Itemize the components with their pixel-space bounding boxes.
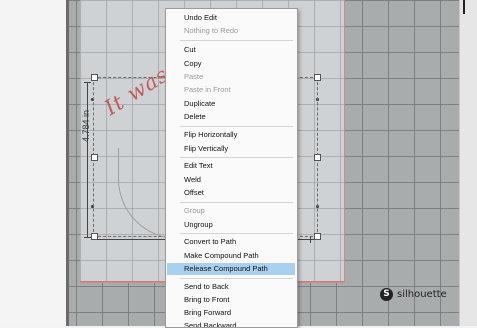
- menu-item-bring-forward[interactable]: Bring Forward: [166, 307, 297, 319]
- height-dimension-line: [87, 82, 88, 238]
- menu-item-cut[interactable]: Cut: [166, 44, 297, 56]
- menu-item-undo-edit[interactable]: Undo Edit: [166, 12, 297, 24]
- menu-separator: [180, 157, 293, 158]
- menu-item-release-compound-path[interactable]: Release Compound Path: [167, 263, 295, 275]
- menu-item-send-backward[interactable]: Send Backward: [166, 320, 297, 327]
- silhouette-logo-icon: S: [380, 288, 393, 301]
- menu-separator: [180, 126, 293, 127]
- menu-item-bring-to-front[interactable]: Bring to Front: [166, 294, 297, 306]
- menu-item-group: Group: [184, 206, 205, 215]
- menu-item-copy[interactable]: Copy: [166, 58, 297, 70]
- dimension-tick: [84, 237, 91, 238]
- menu-item-duplicate[interactable]: Duplicate: [166, 98, 297, 110]
- menu-item-offset[interactable]: Offset: [166, 187, 297, 199]
- menu-item-send-to-back[interactable]: Send to Back: [166, 281, 297, 293]
- menu-item-paste: Paste: [184, 72, 204, 81]
- menu-item-ungroup[interactable]: Ungroup: [166, 219, 297, 231]
- resize-handle-left[interactable]: [91, 154, 98, 161]
- menu-item-flip-horizontally[interactable]: Flip Horizontally: [166, 129, 297, 141]
- dimension-tick: [84, 82, 91, 83]
- silhouette-logo-text: silhouette: [397, 289, 447, 300]
- menu-item-make-compound-path[interactable]: Make Compound Path: [166, 250, 297, 262]
- menu-separator: [180, 233, 293, 234]
- menu-item-edit-text[interactable]: Edit Text: [166, 160, 297, 172]
- resize-handle-top-right[interactable]: [314, 74, 321, 81]
- menu-item-weld[interactable]: Weld: [166, 174, 297, 186]
- menu-item-nothing-to-redo: Nothing to Redo: [184, 26, 239, 35]
- menu-separator: [180, 40, 293, 41]
- menu-item-flip-vertically[interactable]: Flip Vertically: [166, 143, 297, 155]
- resize-handle-bottom-right[interactable]: [314, 233, 321, 240]
- dimension-tick: [310, 236, 311, 243]
- menu-item-paste-in-front: Paste in Front: [184, 85, 231, 94]
- menu-item-convert-to-path[interactable]: Convert to Path: [166, 236, 297, 248]
- resize-handle-top-left[interactable]: [91, 74, 98, 81]
- menu-separator: [180, 202, 293, 203]
- context-menu: Undo Edit Nothing to Redo Cut Copy Paste…: [165, 8, 298, 328]
- resize-handle-right[interactable]: [314, 154, 321, 161]
- right-panel: [459, 0, 477, 326]
- silhouette-logo: S silhouette: [380, 288, 447, 301]
- menu-item-delete[interactable]: Delete: [166, 111, 297, 123]
- right-panel-edge: [463, 0, 465, 14]
- left-margin: [0, 0, 66, 326]
- menu-separator: [180, 278, 293, 279]
- height-dimension-label: 4.784 in: [81, 109, 91, 142]
